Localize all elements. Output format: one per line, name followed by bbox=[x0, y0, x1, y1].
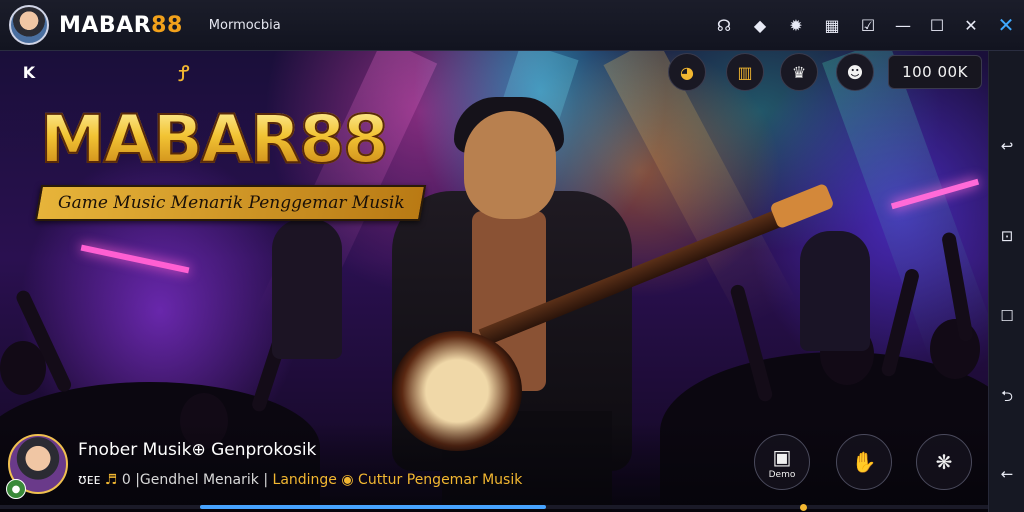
controller-icon[interactable]: ☊ bbox=[706, 7, 742, 43]
stream-description: ʊᴇᴇ ♬ 0 |Gendhel Menarik | Landinge ◉ Cu… bbox=[78, 472, 523, 488]
guitar-headstock bbox=[769, 182, 835, 230]
progress-fill bbox=[200, 505, 546, 509]
stream-prefix: ʊᴇᴇ bbox=[78, 472, 101, 488]
online-badge-icon: ● bbox=[6, 479, 26, 499]
back-arrow-icon[interactable]: ↩ bbox=[989, 131, 1024, 161]
face bbox=[464, 111, 556, 219]
screenshot-icon[interactable]: ⊡ bbox=[989, 221, 1024, 251]
hud-chest-icon[interactable]: ▥ bbox=[726, 53, 764, 91]
stream-part-3: Cuttur Pengemar Musik bbox=[358, 472, 523, 488]
gold-swirl-icon[interactable]: Ꝭ bbox=[170, 59, 198, 87]
stream-part-2: Landinge bbox=[272, 472, 337, 488]
settings-icon[interactable]: ✹ bbox=[778, 7, 814, 43]
app-name-prefix: MABAR bbox=[59, 12, 152, 38]
hand-button[interactable]: ✋ bbox=[836, 434, 892, 490]
app-name-number: 88 bbox=[151, 12, 183, 38]
progress-marker[interactable] bbox=[800, 504, 807, 511]
background-guitarist bbox=[272, 219, 342, 359]
brand-prefix: MABAR bbox=[39, 100, 302, 179]
stream-part-1: 0 |Gendhel Menarik bbox=[121, 472, 259, 488]
music-note-icon: ♬ bbox=[104, 472, 122, 488]
paw-icon: ❋ bbox=[935, 450, 953, 474]
window-icon[interactable]: ☐ bbox=[989, 301, 1024, 331]
gold-coin-icon: ◉ bbox=[341, 472, 359, 488]
tagline-text: Game Music Menarik Penggemar Musik bbox=[58, 193, 405, 213]
hud-mask-icon[interactable]: ☻ bbox=[836, 53, 874, 91]
titlebar-controls: ☊ ◆ ✹ ▦ ☑ — ☐ ✕ ✕ bbox=[706, 0, 1024, 50]
brand-number: 88 bbox=[298, 100, 390, 179]
rotate-icon[interactable]: ⮌ bbox=[989, 383, 1024, 413]
user-avatar[interactable] bbox=[9, 5, 49, 45]
app-logo: MABAR88 bbox=[59, 13, 183, 38]
collapse-icon[interactable]: ✕ bbox=[988, 7, 1024, 43]
hud-coin-icon[interactable]: ◕ bbox=[668, 53, 706, 91]
brand-logo: MABAR88 bbox=[39, 100, 390, 179]
checkbox-icon[interactable]: ☑ bbox=[850, 7, 886, 43]
title-bar: MABAR88 Mormocbia ☊ ◆ ✹ ▦ ☑ — ☐ ✕ ✕ bbox=[0, 0, 1024, 51]
background-drummer bbox=[800, 231, 870, 351]
emulator-sidebar: ↩ ⊡ ☐ ⮌ ← bbox=[988, 51, 1024, 512]
demo-icon: ▣ bbox=[772, 444, 792, 469]
demo-label: Demo bbox=[768, 469, 796, 480]
hud-trophy-icon[interactable]: ♛ bbox=[780, 53, 818, 91]
window-subtitle: Mormocbia bbox=[208, 17, 281, 33]
coin-balance[interactable]: 100 00K bbox=[888, 55, 982, 89]
kite-icon[interactable]: K bbox=[16, 59, 42, 85]
paw-button[interactable]: ❋ bbox=[916, 434, 972, 490]
hand-icon: ✋ bbox=[851, 450, 877, 474]
tagline-banner: Game Music Menarik Penggemar Musik bbox=[34, 185, 426, 221]
close-icon[interactable]: ✕ bbox=[954, 7, 988, 43]
stream-title: Fnober Musik⊕ Genprokosik bbox=[78, 440, 317, 460]
back-icon[interactable]: ← bbox=[989, 459, 1024, 489]
crowd-head bbox=[930, 319, 980, 379]
keymap-icon[interactable]: ▦ bbox=[814, 7, 850, 43]
game-scene[interactable]: MABAR88 Game Music Menarik Penggemar Mus… bbox=[0, 51, 988, 512]
demo-button[interactable]: ▣ Demo bbox=[754, 434, 810, 490]
puzzle-icon[interactable]: ◆ bbox=[742, 7, 778, 43]
maximize-icon[interactable]: ☐ bbox=[920, 7, 954, 43]
stage-light-bar bbox=[80, 244, 190, 274]
minimize-icon[interactable]: — bbox=[886, 7, 920, 43]
